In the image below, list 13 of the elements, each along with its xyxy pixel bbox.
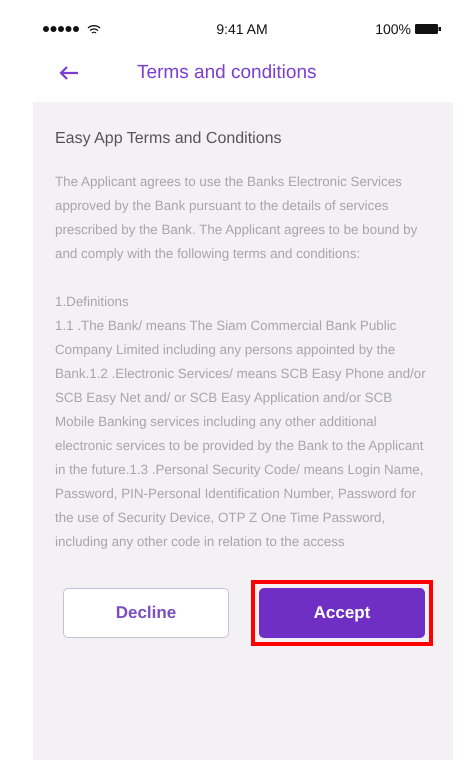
battery-icon (415, 24, 441, 34)
status-time: 9:41 AM (216, 21, 268, 37)
back-arrow-icon[interactable] (59, 66, 79, 80)
wifi-icon (87, 24, 101, 34)
accept-button[interactable]: Accept (259, 588, 425, 638)
decline-button[interactable]: Decline (63, 588, 229, 638)
terms-paragraph: 1.1 .The Bank/ means The Siam Commercial Bank Public Company Limited including any persons appointed by the Bank.1.2 .Electronic Services/ means SCB Easy Phone and/or SCB Easy Net and/ or SCB Easy Application and/or SCB Mobile Banking services including any other additional electronic services to be provided by the Bank to the Applicant in the future.1.3 .Personal Security Code/ means Login Name, Password, PIN-Personal Identification Number, Password for the use of Security Device, OTP Z One Time Password, including any other code in relation to the access (55, 317, 427, 551)
signal-icon (43, 26, 81, 32)
terms-title: Easy App Terms and Conditions (55, 130, 282, 148)
terms-paragraph: The Applicant agrees to use the Banks Electronic Services approved by the Bank pursuant to the details of services prescribed by the Bank. The Applicant agrees to be bound by and comply with the following terms and conditions: (55, 173, 418, 263)
screen-title: Terms and conditions (137, 62, 317, 84)
section-heading: 1.Definitions (55, 293, 130, 311)
battery-percent: 100% (375, 21, 411, 37)
